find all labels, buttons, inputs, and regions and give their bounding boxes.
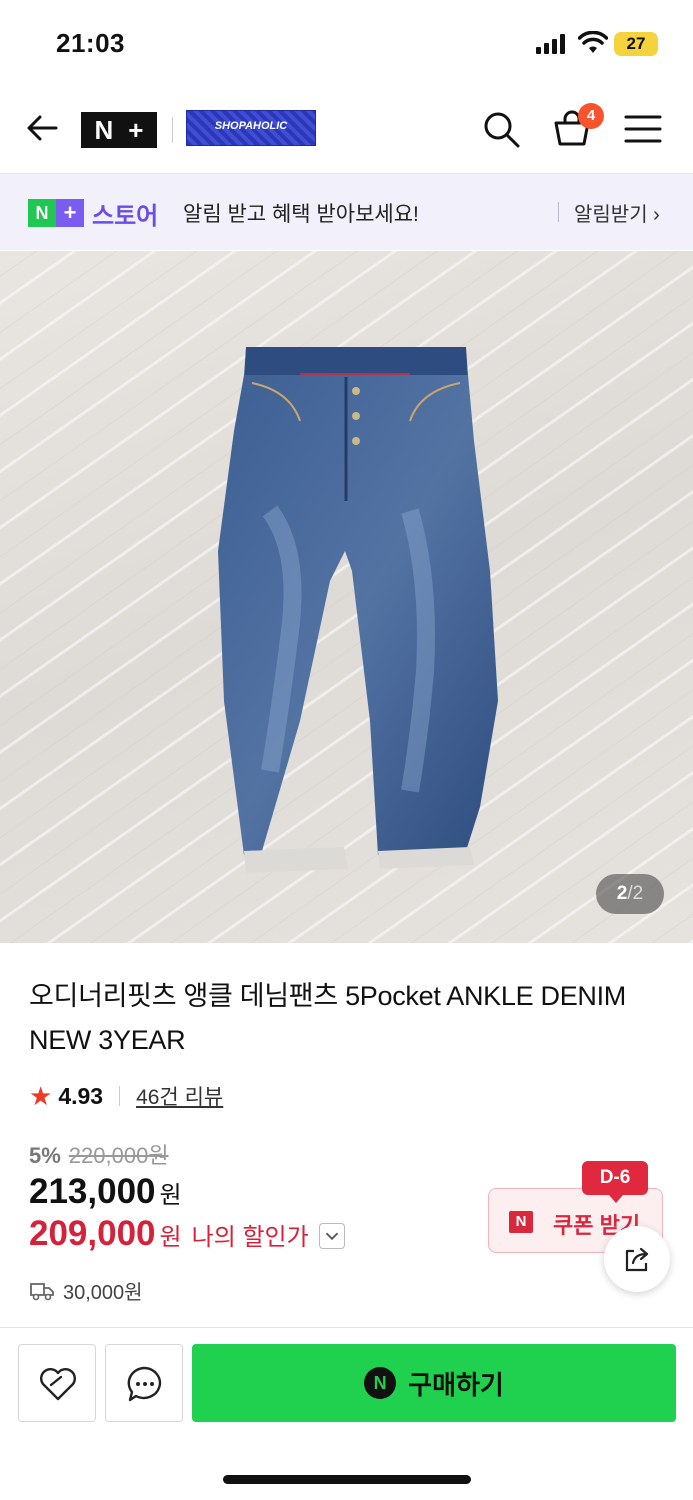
wishlist-button[interactable] [18, 1344, 96, 1422]
my-price-label: 나의 할인가 [191, 1224, 309, 1251]
naver-plus-logo[interactable]: N + [81, 112, 157, 148]
sale-price-unit: 원 [159, 1182, 182, 1209]
cellular-signal-icon [536, 34, 565, 54]
product-title: 오디너리핏츠 앵클 데님팬츠 5Pocket ANKLE DENIM NEW 3… [29, 981, 626, 1055]
status-time: 21:03 [56, 28, 125, 58]
back-arrow-icon[interactable] [22, 108, 62, 148]
my-discount-price[interactable]: 209,000 원 나의 할인가 [29, 1214, 345, 1254]
notice-message: 알림 받고 혜택 받아보세요! [183, 203, 419, 226]
discount-row: 5% 220,000원 [29, 1138, 169, 1170]
discount-percent: 5% [29, 1143, 61, 1168]
home-indicator [223, 1475, 471, 1484]
cart-count-badge: 4 [578, 103, 604, 129]
naver-pay-icon: N [364, 1367, 397, 1399]
total-pages: 2 [632, 883, 644, 904]
star-icon: ★ [29, 1080, 53, 1111]
wifi-icon [578, 31, 608, 53]
notification-banner[interactable]: N + 스토어 알림 받고 혜택 받아보세요! 알림받기 › [0, 174, 693, 250]
logo-n: N [94, 115, 114, 145]
notification-subscribe-link[interactable]: 알림받기 › [574, 198, 660, 227]
original-price: 220,000원 [68, 1143, 169, 1168]
menu-icon[interactable] [624, 112, 662, 146]
badge-n: N [28, 199, 56, 227]
my-price-unit: 원 [159, 1224, 182, 1251]
buy-now-button[interactable]: N 구매하기 [192, 1344, 676, 1422]
reviews-link[interactable]: 46건 리뷰 [136, 1081, 223, 1111]
current-page: 2 [616, 883, 628, 904]
sale-price-value: 213,000 [29, 1172, 156, 1211]
product-image-gallery[interactable] [0, 251, 693, 943]
chevron-down-icon[interactable] [318, 1223, 345, 1249]
brand-logo[interactable]: SHOPAHOLIC [186, 110, 316, 146]
header-divider [172, 117, 173, 143]
share-icon [625, 1247, 649, 1272]
shipping-fee-value: 30,000원 [63, 1282, 143, 1304]
top-header: N + SHOPAHOLIC 4 [0, 88, 693, 174]
status-bar: 21:03 27 [0, 0, 693, 88]
search-icon[interactable] [481, 109, 521, 149]
image-page-counter: 2/2 [596, 874, 664, 914]
naver-coupon-icon: N [509, 1211, 533, 1233]
coupon-dday-badge: D-6 [582, 1161, 648, 1203]
naver-plus-store-badge: N + [28, 199, 84, 227]
logo-plus: + [128, 115, 144, 145]
product-image [218, 347, 498, 873]
badge-plus: + [56, 199, 84, 227]
sale-price: 213,000 원 [29, 1172, 182, 1212]
notice-divider [558, 202, 559, 222]
shipping-fee: 30,000원 [29, 1276, 143, 1305]
chat-bubble-icon [127, 1366, 162, 1402]
rating-divider [119, 1086, 121, 1106]
rating-score: 4.93 [58, 1082, 104, 1109]
store-label: 스토어 [92, 203, 159, 230]
truck-icon [30, 1282, 54, 1300]
heart-icon [40, 1368, 76, 1401]
my-price-value: 209,000 [29, 1214, 156, 1253]
battery-indicator: 27 [614, 32, 658, 56]
talk-talk-button[interactable] [105, 1344, 183, 1422]
rating-row: ★ 4.93 46건 리뷰 [29, 1080, 223, 1112]
share-button[interactable] [604, 1226, 670, 1292]
buy-now-label: 구매하기 [408, 1369, 504, 1400]
